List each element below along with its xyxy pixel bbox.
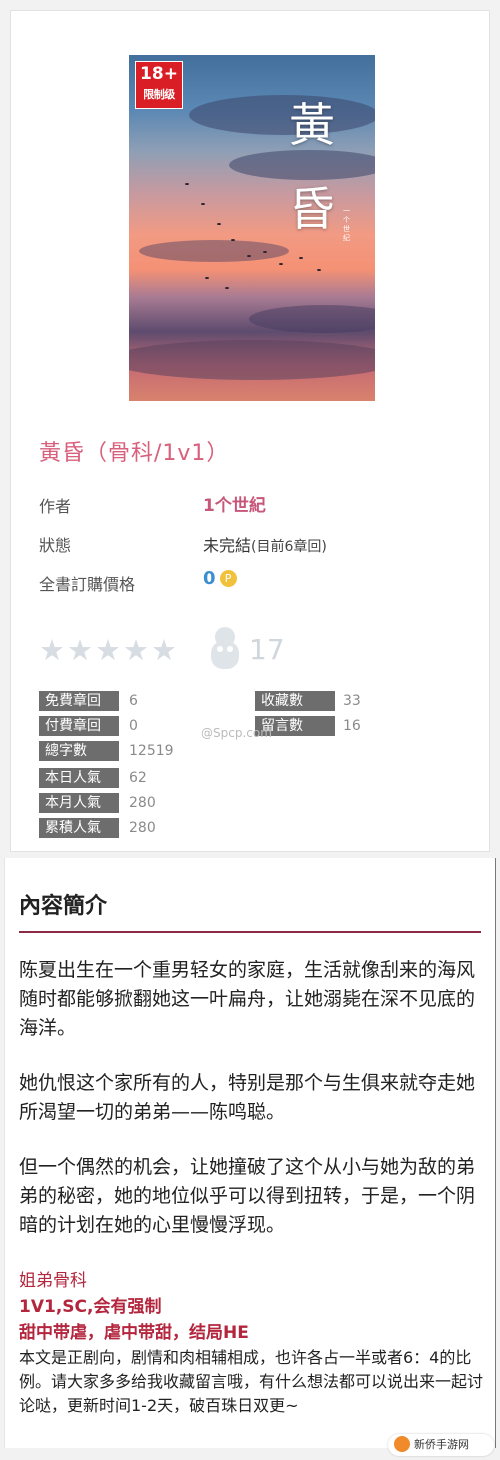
coin-icon: P [219,570,237,587]
today-pop-value: 62 [129,770,147,786]
bird-mark [299,257,303,259]
status-text: 未完結 [203,536,252,555]
synopsis-panel: 內容簡介 陈夏出生在一个重男轻女的家庭，生活就像刮来的海风随时都能够掀翻她这一叶… [4,858,496,1448]
age-rating-badge: 18+ 限制级 [135,61,183,109]
bird-mark [217,223,221,225]
site-logo: 新侨手游网 [388,1434,494,1456]
tag-line: 1V1,SC,会有强制 [19,1297,162,1317]
bird-mark [317,269,321,271]
tag-line: 甜中带虐，虐中带甜，结局HE [19,1323,249,1343]
today-pop-label: 本日人氣 [39,768,119,788]
favorite-count: 17 [249,633,285,666]
total-pop-label: 累積人氣 [39,818,119,838]
collect-label: 收藏數 [255,691,335,711]
cover-cloud [129,340,375,380]
book-cover-image[interactable]: 18+ 限制级 黃 昏 一个世纪 [129,55,375,401]
book-info-card: 18+ 限制级 黃 昏 一个世纪 黃昏（骨科/1v1） 作者 1个世紀 狀態 未… [10,10,490,852]
site-logo-text: 新侨手游网 [414,1438,469,1451]
cover-cloud [249,305,375,333]
status-chapter-note: (目前6章回) [251,539,327,555]
bird-mark [279,263,283,265]
bird-mark [205,277,209,279]
rating-stars[interactable]: ★★★★★ [39,633,179,667]
cover-author-mark: 一个世纪 [343,207,350,242]
collect-value: 33 [343,693,361,709]
cover-title-char: 昏 [289,182,335,236]
synopsis-paragraph: 陈夏出生在一个重男轻女的家庭，生活就像刮来的海风随时都能够掀翻她这一叶扁舟，让她… [19,959,476,1039]
site-logo-icon [394,1436,410,1452]
watermark: @Spcp.com [201,726,272,740]
comment-value: 16 [343,718,361,734]
price-value: 0P [203,568,237,589]
bird-mark [231,239,235,241]
price-label: 全書訂購價格 [39,575,136,594]
bird-mark [247,255,251,257]
synopsis-paragraph: 她仇恨这个家所有的人，特别是那个与生俱来就夺走她所渴望一切的弟弟——陈鸣聪。 [19,1072,476,1123]
word-count-value: 12519 [129,743,174,759]
month-pop-label: 本月人氣 [39,793,119,813]
total-pop-value: 280 [129,820,156,836]
badge-age: 18+ [140,64,178,84]
badge-text: 限制级 [143,88,175,101]
synopsis-heading: 內容簡介 [19,894,108,919]
free-chapters-value: 6 [129,693,138,709]
cover-title-char: 黃 [289,98,335,152]
price-number: 0 [203,568,216,589]
tag-line: 姐弟骨科 [19,1271,87,1291]
synopsis-paragraph: 但一个偶然的机会，让她撞破了这个从小与她为敌的弟弟的秘密，她的地位似乎可以得到扭… [19,1156,476,1236]
free-chapters-label: 免費章回 [39,691,119,711]
month-pop-value: 280 [129,795,156,811]
book-title: 黃昏（骨科/1v1） [39,441,230,466]
bird-mark [225,287,229,289]
word-count-label: 總字數 [39,741,119,761]
status-label: 狀態 [39,536,72,555]
paid-chapters-value: 0 [129,718,138,734]
favorite-ghost-icon[interactable] [207,625,243,671]
cover-title: 黃 昏 [277,83,347,251]
heading-divider [19,931,481,933]
bird-mark [263,251,267,253]
author-label: 作者 [39,497,72,516]
status-value: 未完結(目前6章回) [203,532,327,556]
author-note: 本文是正剧向，剧情和肉相辅相成，也许各占一半或者6：4的比例。请大家多多给我收藏… [19,1348,484,1415]
bird-mark [185,183,189,185]
bird-mark [201,203,205,205]
paid-chapters-label: 付費章回 [39,716,119,736]
author-link[interactable]: 1个世紀 [203,491,266,516]
